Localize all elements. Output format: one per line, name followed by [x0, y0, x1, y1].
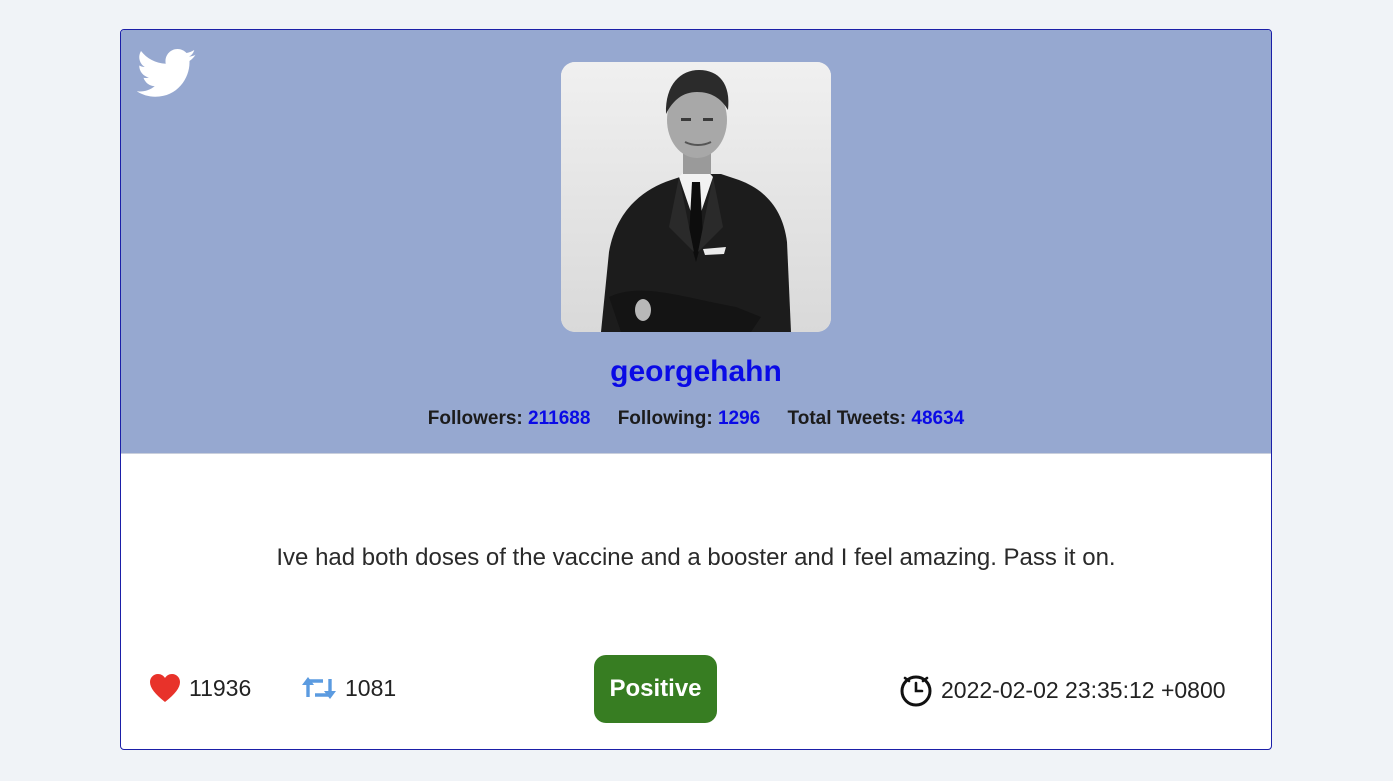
following-label: Following: — [617, 408, 713, 429]
avatar — [561, 62, 831, 332]
twitter-bird-icon — [137, 49, 196, 97]
following-stat: Following: 1296 — [618, 408, 761, 430]
profile-stats: Followers: 211688 Following: 1296 Total … — [121, 408, 1271, 430]
profile-header: georgehahn Followers: 211688 Following: … — [121, 30, 1271, 454]
followers-stat: Followers: 211688 — [428, 408, 591, 430]
likes-counter: 11936 — [149, 673, 251, 703]
retweets-count: 1081 — [345, 674, 397, 701]
tweets-stat: Total Tweets: 48634 — [788, 408, 965, 430]
likes-count: 11936 — [189, 674, 252, 701]
followers-count: 211688 — [528, 408, 591, 429]
retweets-counter: 1081 — [301, 673, 396, 703]
tweet-timestamp: 2022-02-02 23:35:12 +0800 — [899, 673, 1226, 707]
followers-label: Followers: — [427, 408, 523, 429]
heart-icon — [150, 674, 180, 702]
tweets-label: Total Tweets: — [787, 408, 907, 429]
tweet-text: Ive had both doses of the vaccine and a … — [276, 544, 1116, 571]
username-link[interactable]: georgehahn — [121, 355, 1271, 389]
tweet-card: georgehahn Followers: 211688 Following: … — [120, 29, 1272, 750]
sentiment-badge: Positive — [594, 655, 717, 723]
retweet-icon — [302, 677, 336, 699]
following-count: 1296 — [717, 408, 761, 429]
timestamp-text: 2022-02-02 23:35:12 +0800 — [941, 676, 1226, 703]
avatar-photo — [561, 62, 831, 332]
clock-icon — [900, 675, 932, 707]
tweets-count: 48634 — [911, 408, 965, 429]
